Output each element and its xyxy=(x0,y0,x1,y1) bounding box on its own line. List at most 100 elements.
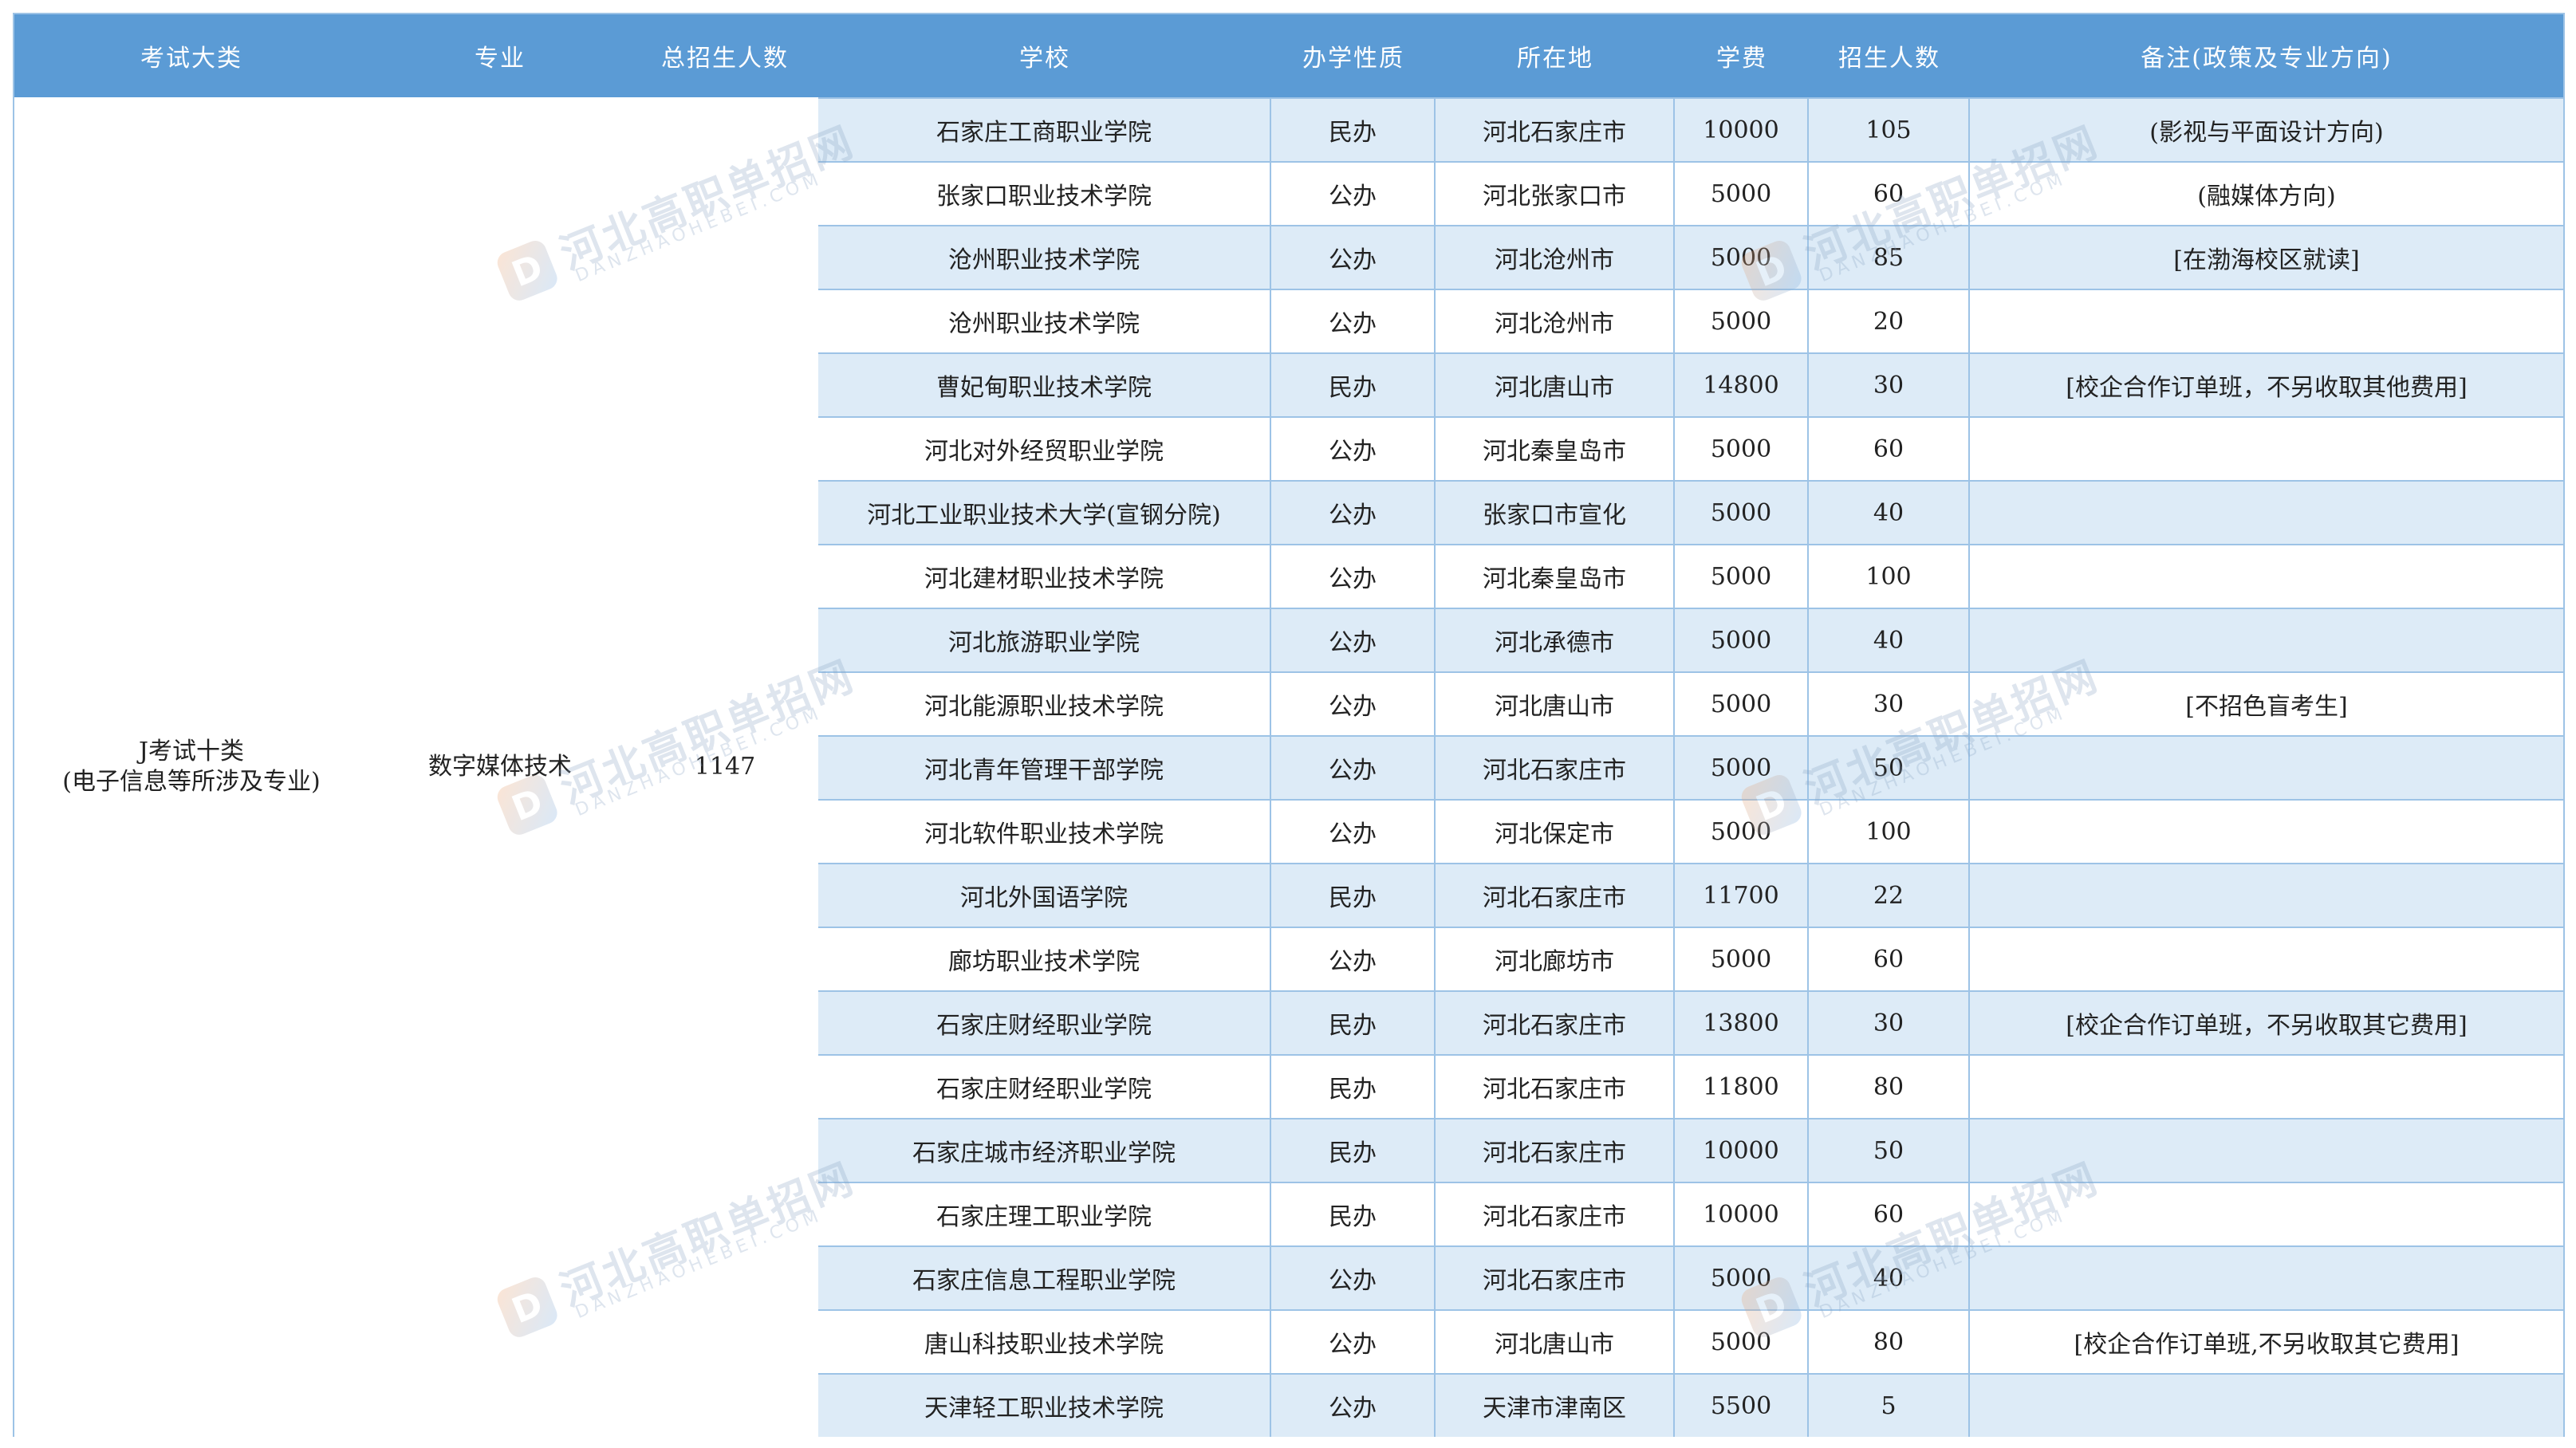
location-cell: 河北石家庄市 xyxy=(1436,99,1675,161)
count-cell: 105 xyxy=(1809,99,1970,161)
location-cell: 河北石家庄市 xyxy=(1436,864,1675,927)
school-cell: 石家庄财经职业学院 xyxy=(818,1056,1271,1118)
note-cell: (影视与平面设计方向) xyxy=(2149,119,2384,147)
header-category: 考试大类 xyxy=(140,45,242,73)
location-cell: 河北石家庄市 xyxy=(1436,1119,1675,1182)
fee-cell: 10000 xyxy=(1675,1119,1809,1182)
nature-cell: 公办 xyxy=(1271,1247,1436,1309)
count-cell: 40 xyxy=(1809,1247,1970,1309)
school-cell: 廊坊职业技术学院 xyxy=(818,928,1271,990)
major-cell: 数字媒体技术 xyxy=(368,97,633,1437)
nature-cell: 公办 xyxy=(1271,418,1436,480)
table-row: 石家庄财经职业学院 民办 河北石家庄市 13800 30 [校企合作订单班，不另收取其它费… xyxy=(818,990,2563,1054)
admissions-table: 考试大类 专业 总招生人数 学校 办学性质 所在地 学费 招生人数 备注(政策及… xyxy=(13,13,2565,1437)
table-row: 河北能源职业技术学院 公办 河北唐山市 5000 30 [不招色盲考生] xyxy=(818,671,2563,735)
location-cell: 河北唐山市 xyxy=(1436,673,1675,735)
table-row: 河北建材职业技术学院 公办 河北秦皇岛市 5000 100 xyxy=(818,544,2563,608)
count-cell: 40 xyxy=(1809,482,1970,544)
location-cell: 河北唐山市 xyxy=(1436,1311,1675,1373)
fee-cell: 11700 xyxy=(1675,864,1809,927)
nature-cell: 公办 xyxy=(1271,673,1436,735)
nature-cell: 公办 xyxy=(1271,609,1436,671)
school-cell: 石家庄城市经济职业学院 xyxy=(818,1119,1271,1182)
location-cell: 河北保定市 xyxy=(1436,801,1675,863)
note-cell: (融媒体方向) xyxy=(2197,183,2336,211)
total-cell: 1147 xyxy=(632,97,820,1437)
fee-cell: 5000 xyxy=(1675,737,1809,799)
fee-cell: 5000 xyxy=(1675,226,1809,289)
count-cell: 5 xyxy=(1809,1375,1970,1437)
fee-cell: 5000 xyxy=(1675,163,1809,225)
location-cell: 河北石家庄市 xyxy=(1436,992,1675,1054)
table-row: 河北工业职业技术大学(宣钢分院) 公办 张家口市宣化 5000 40 xyxy=(818,480,2563,544)
school-cell: 河北旅游职业学院 xyxy=(818,609,1271,671)
school-cell: 河北工业职业技术大学(宣钢分院) xyxy=(818,482,1271,544)
nature-cell: 民办 xyxy=(1271,992,1436,1054)
table-row: 沧州职业技术学院 公办 河北沧州市 5000 85 [在渤海校区就读] xyxy=(818,225,2563,289)
note-cell: [校企合作订单班，不另收取其它费用] xyxy=(2066,1012,2468,1040)
nature-cell: 公办 xyxy=(1271,801,1436,863)
nature-cell: 民办 xyxy=(1271,99,1436,161)
location-cell: 天津市津南区 xyxy=(1436,1375,1675,1437)
nature-cell: 公办 xyxy=(1271,1375,1436,1437)
header-total: 总招生人数 xyxy=(661,45,789,73)
note-cell: [校企合作订单班，不另收取其他费用] xyxy=(2066,374,2468,402)
fee-cell: 14800 xyxy=(1675,354,1809,416)
table-row: 石家庄信息工程职业学院 公办 河北石家庄市 5000 40 xyxy=(818,1245,2563,1309)
count-cell: 50 xyxy=(1809,1119,1970,1182)
table-row: 石家庄财经职业学院 民办 河北石家庄市 11800 80 xyxy=(818,1054,2563,1118)
fee-cell: 10000 xyxy=(1675,1183,1809,1245)
fee-cell: 11800 xyxy=(1675,1056,1809,1118)
count-cell: 30 xyxy=(1809,673,1970,735)
table-row: 石家庄城市经济职业学院 民办 河北石家庄市 10000 50 xyxy=(818,1118,2563,1182)
table-row: 河北外国语学院 民办 河北石家庄市 11700 22 xyxy=(818,863,2563,927)
nature-cell: 公办 xyxy=(1271,482,1436,544)
school-cell: 河北青年管理干部学院 xyxy=(818,737,1271,799)
count-cell: 80 xyxy=(1809,1056,1970,1118)
school-cell: 石家庄信息工程职业学院 xyxy=(818,1247,1271,1309)
header-major: 专业 xyxy=(475,45,526,73)
header-note: 备注(政策及专业方向) xyxy=(2141,45,2393,73)
note-cell xyxy=(1970,1247,2563,1309)
location-cell: 河北石家庄市 xyxy=(1436,1183,1675,1245)
total-value: 1147 xyxy=(694,753,756,781)
note-cell xyxy=(1970,418,2563,480)
table-row: 石家庄工商职业学院 民办 河北石家庄市 10000 105 (影视与平面设计方向) xyxy=(818,97,2563,161)
note-cell xyxy=(1970,1375,2563,1437)
count-cell: 30 xyxy=(1809,354,1970,416)
location-cell: 河北廊坊市 xyxy=(1436,928,1675,990)
count-cell: 85 xyxy=(1809,226,1970,289)
count-cell: 60 xyxy=(1809,928,1970,990)
count-cell: 60 xyxy=(1809,1183,1970,1245)
table-row: 天津轻工职业技术学院 公办 天津市津南区 5500 5 xyxy=(818,1373,2563,1437)
count-cell: 80 xyxy=(1809,1311,1970,1373)
count-cell: 50 xyxy=(1809,737,1970,799)
fee-cell: 5000 xyxy=(1675,928,1809,990)
table-row: 河北青年管理干部学院 公办 河北石家庄市 5000 50 xyxy=(818,735,2563,799)
count-cell: 40 xyxy=(1809,609,1970,671)
school-cell: 河北能源职业技术学院 xyxy=(818,673,1271,735)
table-row: 河北对外经贸职业学院 公办 河北秦皇岛市 5000 60 xyxy=(818,416,2563,480)
category-line2: (电子信息等所涉及专业) xyxy=(62,768,321,796)
table-row: 张家口职业技术学院 公办 河北张家口市 5000 60 (融媒体方向) xyxy=(818,161,2563,225)
header-nature: 办学性质 xyxy=(1302,45,1404,73)
fee-cell: 5000 xyxy=(1675,1311,1809,1373)
fee-cell: 5000 xyxy=(1675,545,1809,608)
location-cell: 张家口市宣化 xyxy=(1436,482,1675,544)
fee-cell: 5000 xyxy=(1675,1247,1809,1309)
school-cell: 河北软件职业技术学院 xyxy=(818,801,1271,863)
note-cell xyxy=(1970,482,2563,544)
location-cell: 河北沧州市 xyxy=(1436,290,1675,352)
location-cell: 河北石家庄市 xyxy=(1436,737,1675,799)
note-cell xyxy=(1970,1056,2563,1118)
count-cell: 22 xyxy=(1809,864,1970,927)
table-row: 沧州职业技术学院 公办 河北沧州市 5000 20 xyxy=(818,289,2563,352)
location-cell: 河北承德市 xyxy=(1436,609,1675,671)
school-cell: 石家庄理工职业学院 xyxy=(818,1183,1271,1245)
count-cell: 30 xyxy=(1809,992,1970,1054)
note-cell xyxy=(1970,928,2563,990)
location-cell: 河北沧州市 xyxy=(1436,226,1675,289)
school-cell: 曹妃甸职业技术学院 xyxy=(818,354,1271,416)
fee-cell: 5500 xyxy=(1675,1375,1809,1437)
table-row: 河北软件职业技术学院 公办 河北保定市 5000 100 xyxy=(818,799,2563,863)
